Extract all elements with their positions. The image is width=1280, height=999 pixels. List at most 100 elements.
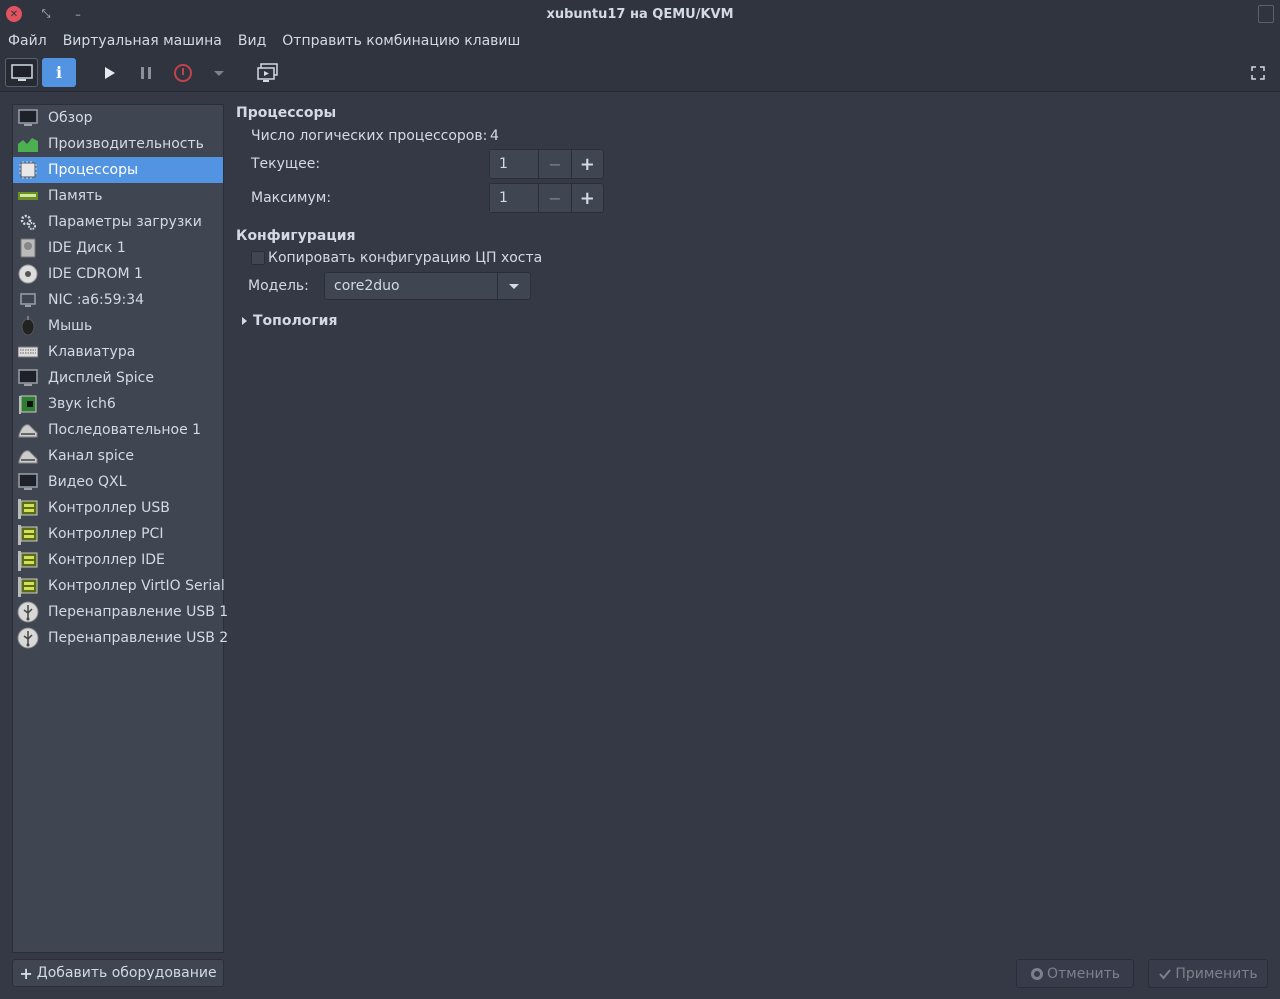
sidebar-item-label: Производительность xyxy=(48,136,204,152)
sound-card-icon xyxy=(17,393,39,415)
sidebar-item[interactable]: IDE Диск 1 xyxy=(13,235,223,261)
sidebar-item[interactable]: Контроллер PCI xyxy=(13,521,223,547)
logical-cpus-value: 4 xyxy=(490,128,499,144)
sidebar-item[interactable]: Дисплей Spice xyxy=(13,365,223,391)
sidebar-item[interactable]: Контроллер USB xyxy=(13,495,223,521)
monitor-icon xyxy=(17,107,39,129)
restore-icon: ⤡ xyxy=(41,7,51,20)
sidebar-item[interactable]: NIC :a6:59:34 xyxy=(13,287,223,313)
cpu-model-combo[interactable]: core2duo xyxy=(324,272,531,300)
window-title: xubuntu17 на QEMU/KVM xyxy=(546,6,734,22)
sidebar-item-label: Процессоры xyxy=(48,162,139,178)
configuration-heading: Конфигурация xyxy=(236,228,356,244)
sidebar-item[interactable]: Клавиатура xyxy=(13,339,223,365)
sidebar-item-label: Канал spice xyxy=(48,448,135,464)
restore-window-button[interactable]: ⤡ xyxy=(38,6,54,22)
sidebar-item-label: IDE Диск 1 xyxy=(48,240,126,256)
sidebar-item[interactable]: Процессоры xyxy=(13,157,223,183)
sidebar-item-label: Видео QXL xyxy=(48,474,127,490)
apply-label: Применить xyxy=(1175,965,1258,982)
sidebar-item[interactable]: Память xyxy=(13,183,223,209)
menu-view[interactable]: Вид xyxy=(238,33,266,49)
hard-disk-icon xyxy=(17,237,39,259)
max-cpus-label: Максимум: xyxy=(251,190,332,206)
max-cpus-input[interactable]: 1 xyxy=(490,184,539,212)
max-cpus-stepper: 1 − + xyxy=(489,183,604,213)
sidebar-item[interactable]: Видео QXL xyxy=(13,469,223,495)
sidebar-item[interactable]: IDE CDROM 1 xyxy=(13,261,223,287)
sidebar-item[interactable]: Контроллер VirtIO Serial xyxy=(13,573,225,599)
toolbar: i xyxy=(0,54,1280,92)
sidebar-item[interactable]: Производительность xyxy=(13,131,223,157)
mouse-icon xyxy=(17,315,39,337)
topology-label: Топология xyxy=(253,313,338,329)
current-cpus-label: Текущее: xyxy=(251,156,321,172)
cancel-button[interactable]: Отменить xyxy=(1016,959,1134,988)
sidebar-item[interactable]: Мышь xyxy=(13,313,223,339)
sidebar-item[interactable]: Обзор xyxy=(13,105,223,131)
sidebar-item-label: Последовательное 1 xyxy=(48,422,202,438)
sidebar-item-label: Мышь xyxy=(48,318,93,334)
controller-card-icon xyxy=(17,549,39,571)
plus-icon: + xyxy=(19,963,33,983)
menu-file[interactable]: Файл xyxy=(8,33,47,49)
minimize-window-button[interactable]: – xyxy=(70,6,86,22)
sidebar-item[interactable]: Контроллер IDE xyxy=(13,547,223,573)
fullscreen-icon xyxy=(1251,66,1265,80)
show-console-button[interactable] xyxy=(5,58,38,87)
sidebar-item[interactable]: Параметры загрузки xyxy=(13,209,223,235)
model-label: Модель: xyxy=(248,278,309,294)
show-details-button[interactable]: i xyxy=(42,58,76,87)
window-menu-button[interactable] xyxy=(1258,5,1274,23)
current-cpus-decrement-button[interactable]: − xyxy=(538,150,570,178)
sidebar-item[interactable]: Звук ich6 xyxy=(13,391,223,417)
sidebar-item-label: Звук ich6 xyxy=(48,396,116,412)
sidebar-item-label: Перенаправление USB 1 xyxy=(48,604,229,620)
chevron-down-icon xyxy=(214,71,224,76)
max-cpus-increment-button[interactable]: + xyxy=(570,184,603,212)
minimize-icon: – xyxy=(75,7,81,21)
controller-card-icon xyxy=(17,497,39,519)
gear-icon xyxy=(17,211,39,233)
shutdown-button[interactable] xyxy=(172,62,194,84)
sidebar-item[interactable]: Канал spice xyxy=(13,443,223,469)
add-hardware-button[interactable]: + Добавить оборудование xyxy=(12,959,224,987)
shutdown-menu-button[interactable] xyxy=(209,63,229,83)
sidebar-item-label: Память xyxy=(48,188,103,204)
sidebar-item[interactable]: Перенаправление USB 2 xyxy=(13,625,228,651)
sidebar-item-label: Контроллер VirtIO Serial xyxy=(48,578,225,594)
menu-send-key[interactable]: Отправить комбинацию клавиш xyxy=(282,33,520,49)
current-cpus-stepper: 1 − + xyxy=(489,149,604,179)
cpu-model-value[interactable]: core2duo xyxy=(325,273,497,299)
copy-host-cpu-checkbox[interactable] xyxy=(251,251,265,265)
close-icon: ✕ xyxy=(9,8,19,20)
sidebar-item-label: Клавиатура xyxy=(48,344,136,360)
cpu-model-dropdown-button[interactable] xyxy=(497,273,530,299)
copy-host-cpu-label[interactable]: Копировать конфигурацию ЦП хоста xyxy=(268,250,542,266)
sidebar-item-label: Контроллер IDE xyxy=(48,552,165,568)
close-window-button[interactable]: ✕ xyxy=(6,6,22,22)
fullscreen-button[interactable] xyxy=(1248,63,1268,83)
checkmark-icon xyxy=(1159,968,1172,980)
current-cpus-increment-button[interactable]: + xyxy=(570,150,603,178)
controller-card-icon xyxy=(17,575,39,597)
menu-virtual-machine[interactable]: Виртуальная машина xyxy=(63,33,222,49)
run-button[interactable] xyxy=(99,63,119,83)
controller-card-icon xyxy=(17,523,39,545)
serial-port-icon xyxy=(17,419,39,441)
sidebar-item-label: Параметры загрузки xyxy=(48,214,202,230)
sidebar-item-label: IDE CDROM 1 xyxy=(48,266,143,282)
snapshots-button[interactable] xyxy=(256,61,280,85)
max-cpus-decrement-button[interactable]: − xyxy=(538,184,570,212)
current-cpus-input[interactable]: 1 xyxy=(490,150,539,178)
sidebar-item-label: Контроллер PCI xyxy=(48,526,164,542)
snapshot-icon xyxy=(257,63,278,82)
cancel-icon xyxy=(1030,967,1043,980)
keyboard-icon xyxy=(17,341,39,363)
sidebar-item[interactable]: Перенаправление USB 1 xyxy=(13,599,228,625)
monitor-icon xyxy=(10,63,33,81)
topology-expander[interactable]: Топология xyxy=(242,313,337,329)
sidebar-item[interactable]: Последовательное 1 xyxy=(13,417,223,443)
apply-button[interactable]: Применить xyxy=(1148,959,1268,988)
pause-button[interactable] xyxy=(136,63,156,83)
